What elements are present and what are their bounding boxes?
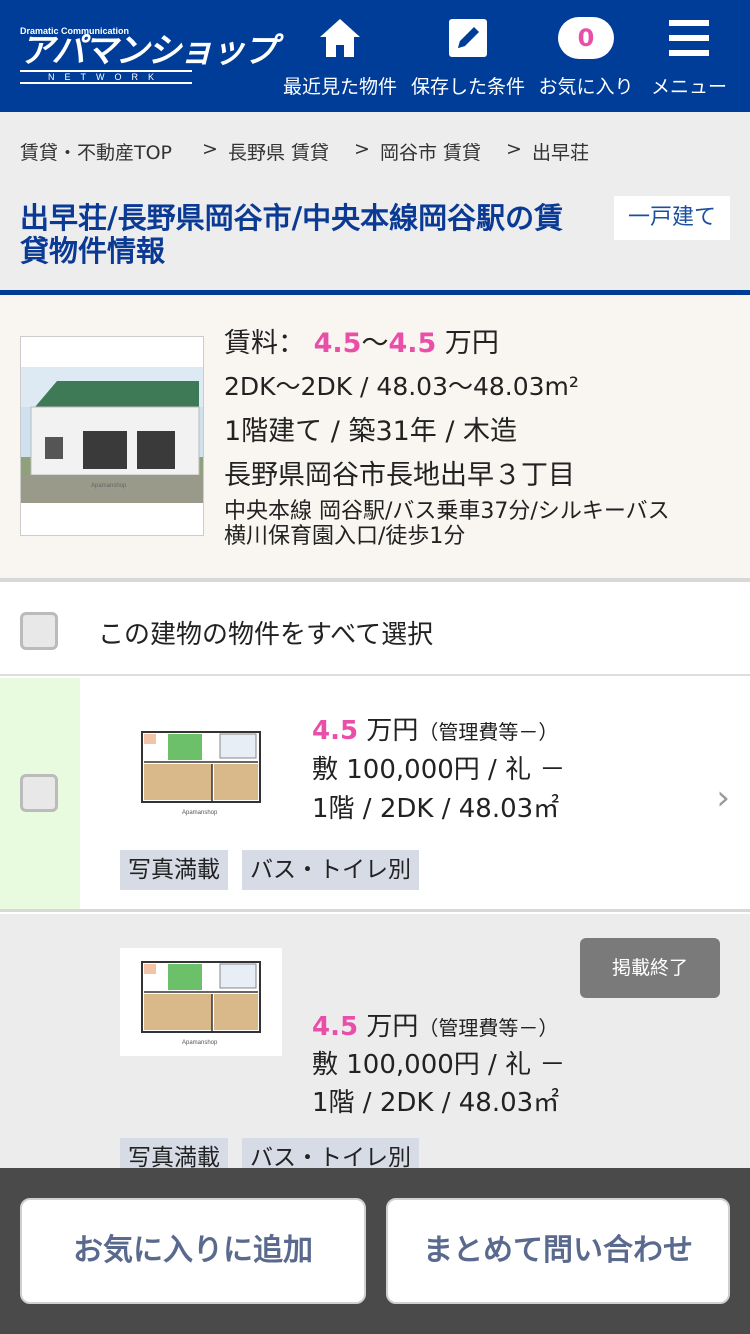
nav-menu-label: メニュー — [650, 76, 727, 98]
breadcrumb: 賃貸・不動産TOP > 長野県 賃貸 > 岡谷市 賃貸 > 出早荘 — [0, 112, 750, 182]
unit-rent-value: 4.5 — [312, 1012, 359, 1042]
tag-photos: 写真満載 — [120, 850, 228, 890]
property-address: 長野県岡谷市長地出早３丁目 — [224, 460, 575, 491]
pencil-icon — [406, 14, 530, 62]
unit-floor-layout: 1階 / 2DK / 48.03㎡ — [312, 794, 560, 824]
floorplan-watermark: Apamanshop — [182, 1040, 218, 1046]
favorite-count-badge-wrap: 0 — [534, 14, 638, 62]
select-all-label: この建物の物件をすべて選択 — [98, 620, 434, 650]
floorplan-image: Apamanshop — [120, 718, 282, 826]
floors-age-structure: 1階建て / 築31年 / 木造 — [224, 416, 518, 447]
unit-rent: 4.5 万円（管理費等－） — [312, 710, 558, 747]
page-title: 出早荘/長野県岡谷市/中央本線岡谷駅の賃貸物件情報 — [20, 201, 564, 268]
nav-favorites-label: お気に入り — [538, 76, 634, 98]
rent-range: 賃料： 4.5～4.5 万円 — [224, 321, 499, 360]
hamburger-menu-icon — [648, 14, 730, 62]
breadcrumb-item-prefecture[interactable]: 長野県 賃貸 — [228, 138, 329, 165]
bottom-action-bar: お気に入りに追加 まとめて問い合わせ — [0, 1168, 750, 1334]
unit-mgmt-fee: （管理費等－） — [418, 720, 559, 744]
tag-separate-bath: バス・トイレ別 — [242, 850, 419, 890]
favorite-count-badge: 0 — [558, 17, 614, 59]
breadcrumb-separator: > — [506, 138, 522, 160]
floorplan-watermark: Apamanshop — [182, 810, 218, 816]
property-access: 中央本線 岡谷駅/バス乗車37分/シルキーバス 横川保育園入口/徒歩1分 — [224, 499, 670, 549]
nav-favorites[interactable]: 0 お気に入り — [534, 14, 638, 99]
property-photo[interactable]: Apamanshop — [20, 336, 204, 536]
breadcrumb-item-city[interactable]: 岡谷市 賃貸 — [380, 138, 481, 165]
unit-checkbox[interactable] — [20, 774, 58, 812]
unit-row-ended: Apamanshop 掲載終了 4.5 万円（管理費等－） 敷 100,000円… — [0, 914, 750, 1168]
site-header: Dramatic Communication アパマンショップ NETWORK … — [0, 0, 750, 112]
nav-recently-viewed-label: 最近見た物件 — [282, 76, 397, 98]
select-all-row[interactable]: この建物の物件をすべて選択 — [0, 586, 750, 676]
rent-min: 4.5 — [313, 328, 362, 359]
unit-rent-unit: 万円 — [366, 716, 419, 746]
listing-ended-badge: 掲載終了 — [580, 938, 720, 998]
tag-photos: 写真満載 — [120, 1138, 228, 1168]
tag-separate-bath: バス・トイレ別 — [242, 1138, 419, 1168]
page-title-area: 出早荘/長野県岡谷市/中央本線岡谷駅の賃貸物件情報 一戸建て — [0, 182, 750, 290]
nav-saved-conditions[interactable]: 保存した条件 — [406, 14, 530, 99]
nav-menu[interactable]: メニュー — [648, 14, 730, 99]
nav-recently-viewed[interactable]: 最近見た物件 — [280, 14, 400, 99]
property-type-badge: 一戸建て — [614, 196, 730, 240]
logo-network: NETWORK — [20, 70, 192, 84]
layout-area: 2DK～2DK / 48.03～48.03m² — [224, 372, 579, 401]
logo-wordmark: アパマンショップ — [20, 31, 277, 71]
add-to-favorites-button[interactable]: お気に入りに追加 — [20, 1198, 366, 1304]
select-all-checkbox[interactable] — [20, 612, 58, 650]
unit-rent-value: 4.5 — [312, 716, 359, 746]
photo-watermark: Apamanshop — [91, 483, 127, 489]
property-summary: Apamanshop 賃料： 4.5～4.5 万円 2DK～2DK / 48.0… — [0, 295, 750, 582]
unit-deposit: 敷 100,000円 / 礼 － — [312, 755, 566, 785]
unit-mgmt-fee: （管理費等－） — [418, 1016, 559, 1040]
home-icon — [280, 14, 400, 62]
rent-max: 4.5 — [388, 328, 437, 359]
breadcrumb-separator: > — [354, 138, 370, 160]
unit-rent: 4.5 万円（管理費等－） — [312, 1006, 558, 1043]
rent-unit: 万円 — [444, 328, 499, 359]
rent-tilde: ～ — [361, 328, 389, 359]
breadcrumb-item-current: 出早荘 — [532, 142, 590, 164]
unit-rent-unit: 万円 — [366, 1012, 419, 1042]
bulk-inquiry-button[interactable]: まとめて問い合わせ — [386, 1198, 730, 1304]
unit-row[interactable]: Apamanshop 4.5 万円（管理費等－） 敷 100,000円 / 礼 … — [0, 678, 750, 912]
unit-deposit: 敷 100,000円 / 礼 － — [312, 1050, 566, 1080]
rent-label: 賃料： — [224, 328, 305, 359]
apamanshop-logo[interactable]: Dramatic Communication アパマンショップ NETWORK — [20, 26, 277, 84]
nav-saved-conditions-label: 保存した条件 — [410, 76, 525, 98]
breadcrumb-separator: > — [202, 138, 218, 160]
chevron-right-icon[interactable]: › — [716, 778, 730, 818]
floorplan-image: Apamanshop — [120, 948, 282, 1056]
breadcrumb-item-top[interactable]: 賃貸・不動産TOP — [20, 138, 172, 165]
unit-floor-layout: 1階 / 2DK / 48.03㎡ — [312, 1088, 560, 1118]
